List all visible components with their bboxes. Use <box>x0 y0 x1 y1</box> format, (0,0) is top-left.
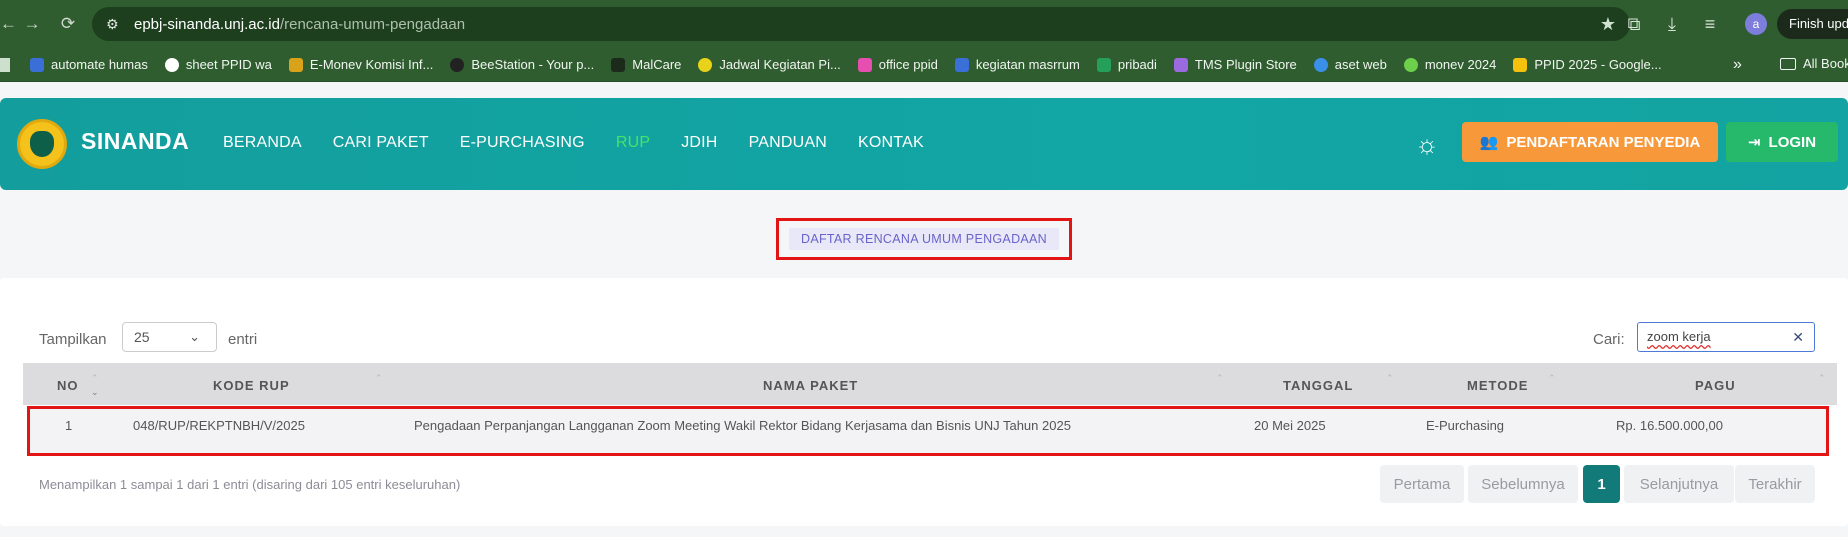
main-nav: BERANDA CARI PAKET E-PURCHASING RUP JDIH… <box>223 134 955 152</box>
col-kode-rup[interactable]: KODE RUP <box>213 378 290 393</box>
bookmark-item[interactable]: Jadwal Kegiatan Pi... <box>698 57 841 72</box>
bookmark-item[interactable]: PPID 2025 - Google... <box>1513 57 1662 72</box>
bookmark-item[interactable]: monev 2024 <box>1403 57 1496 72</box>
plugin-icon <box>1173 57 1188 72</box>
rup-table-card: Tampilkan 25 ⌄ entri Cari: zoom kerja ✕ … <box>0 278 1848 526</box>
nav-jdih[interactable]: JDIH <box>681 134 717 152</box>
login-button[interactable]: ⇥ LOGIN <box>1726 122 1838 162</box>
page-first-button[interactable]: Pertama <box>1380 465 1464 503</box>
monev-icon <box>1403 57 1418 72</box>
nav-beranda[interactable]: BERANDA <box>223 134 302 152</box>
drive-icon <box>1513 57 1528 72</box>
site-info-icon[interactable]: ⚙ <box>106 16 128 33</box>
search-input[interactable]: zoom kerja ✕ <box>1637 322 1815 352</box>
bookmark-item[interactable]: sheet PPID wa <box>164 57 272 72</box>
bookmark-item[interactable]: kegiatan masrrum <box>954 57 1080 72</box>
toolbar-icons: ⧉ ⤓ ≡ <box>1615 0 1729 48</box>
bookmark-item[interactable]: aset web <box>1313 57 1387 72</box>
cell-metode: E-Purchasing <box>1426 418 1505 433</box>
folder-icon <box>1780 57 1796 70</box>
show-entries-label: Tampilkan <box>39 331 107 348</box>
google-icon <box>164 57 179 72</box>
extensions-icon[interactable]: ⧉ <box>1615 14 1653 35</box>
page-current-button[interactable]: 1 <box>1583 465 1620 503</box>
login-icon: ⇥ <box>1747 134 1761 151</box>
back-icon[interactable]: ← <box>0 14 17 34</box>
cell-pagu: Rp. 16.500.000,00 <box>1616 418 1723 433</box>
bookmark-icon <box>30 57 44 72</box>
search-label: Cari: <box>1593 331 1625 348</box>
all-bookmarks[interactable]: All Book <box>1780 56 1848 71</box>
cloud-icon <box>1313 57 1328 72</box>
url-path: /rencana-umum-pengadaan <box>279 15 466 33</box>
cell-nama-paket: Pengadaan Perpanjangan Langganan Zoom Me… <box>414 418 1071 433</box>
sort-icon[interactable]: ⌃ <box>375 373 383 384</box>
cell-kode-rup: 048/RUP/REKPTNBH/V/2025 <box>133 418 305 433</box>
more-bookmarks-icon[interactable]: » <box>1733 56 1742 74</box>
register-provider-button[interactable]: 👥 PENDAFTARAN PENYEDIA <box>1462 122 1718 162</box>
office-icon <box>857 57 872 72</box>
entries-label: entri <box>228 331 258 348</box>
sort-icon[interactable]: ⌃ <box>91 373 99 384</box>
chevron-down-icon: ⌄ <box>189 329 200 344</box>
bookmark-item[interactable]: office ppid <box>857 57 938 72</box>
garuda-icon <box>288 57 303 72</box>
download-icon[interactable]: ⤓ <box>1653 14 1691 35</box>
cell-tanggal: 20 Mei 2025 <box>1254 418 1326 433</box>
profile-avatar[interactable]: a <box>1745 13 1767 35</box>
brand-name[interactable]: SINANDA <box>81 128 189 155</box>
sheets-icon <box>1096 57 1111 72</box>
bookmarks-bar: automate humas sheet PPID wa E-Monev Kom… <box>0 48 1848 82</box>
unj-logo[interactable] <box>17 119 67 169</box>
sort-icon[interactable]: ⌃ <box>1548 373 1556 384</box>
reload-icon[interactable]: ⟳ <box>50 14 86 34</box>
table-header: NO ⌃ ⌄ KODE RUP ⌃ NAMA PAKET ⌃ TANGGAL ⌃… <box>23 363 1837 405</box>
calendar-icon <box>954 57 969 72</box>
beestation-icon <box>450 57 465 72</box>
nav-panduan[interactable]: PANDUAN <box>749 134 827 152</box>
apps-icon[interactable] <box>0 57 10 72</box>
col-nama-paket[interactable]: NAMA PAKET <box>763 378 858 393</box>
page-next-button[interactable]: Selanjutnya <box>1624 465 1734 503</box>
col-pagu[interactable]: PAGU <box>1695 378 1736 393</box>
address-bar[interactable]: ⚙ epbj-sinanda.unj.ac.id /rencana-umum-p… <box>92 7 1630 41</box>
page-last-button[interactable]: Terakhir <box>1735 465 1815 503</box>
col-metode[interactable]: METODE <box>1467 378 1528 393</box>
sort-icon[interactable]: ⌃ <box>1216 373 1224 384</box>
reading-list-icon[interactable]: ≡ <box>1691 14 1729 35</box>
nav-rup[interactable]: RUP <box>616 134 650 152</box>
nav-cari-paket[interactable]: CARI PAKET <box>333 134 429 152</box>
table-info: Menampilkan 1 sampai 1 dari 1 entri (dis… <box>39 477 461 492</box>
cell-no: 1 <box>65 418 73 433</box>
site-header: SINANDA BERANDA CARI PAKET E-PURCHASING … <box>0 98 1848 190</box>
bookmark-item[interactable]: E-Monev Komisi Inf... <box>288 57 433 72</box>
url-host: epbj-sinanda.unj.ac.id <box>134 15 280 33</box>
bookmark-item[interactable]: TMS Plugin Store <box>1173 57 1297 72</box>
page-title: DAFTAR RENCANA UMUM PENGADAAN <box>789 228 1059 250</box>
col-tanggal[interactable]: TANGGAL <box>1283 378 1353 393</box>
theme-toggle-sun-icon[interactable]: ☼ <box>1413 130 1441 158</box>
nav-kontak[interactable]: KONTAK <box>858 134 924 152</box>
bookmark-item[interactable]: BeeStation - Your p... <box>450 57 594 72</box>
clear-search-icon[interactable]: ✕ <box>1792 323 1804 351</box>
forward-icon[interactable]: → <box>14 14 50 34</box>
bookmark-item[interactable]: automate humas <box>30 57 148 72</box>
page-prev-button[interactable]: Sebelumnya <box>1468 465 1578 503</box>
page-title-highlight: DAFTAR RENCANA UMUM PENGADAAN <box>776 218 1072 260</box>
finish-update-button[interactable]: Finish upda <box>1777 9 1848 39</box>
sort-icon[interactable]: ⌃ <box>1386 373 1394 384</box>
users-icon: 👥 <box>1479 134 1499 151</box>
page: SINANDA BERANDA CARI PAKET E-PURCHASING … <box>0 82 1848 537</box>
col-no[interactable]: NO <box>57 378 79 393</box>
jadwal-icon <box>698 57 713 72</box>
entries-per-page-select[interactable]: 25 ⌄ <box>122 322 217 352</box>
nav-e-purchasing[interactable]: E-PURCHASING <box>460 134 585 152</box>
sort-icon[interactable]: ⌃ <box>1818 373 1826 384</box>
bookmark-star-icon[interactable]: ★ <box>1600 14 1616 35</box>
bookmark-item[interactable]: pribadi <box>1096 57 1157 72</box>
sort-desc-icon[interactable]: ⌄ <box>91 387 99 398</box>
malcare-icon <box>611 57 626 72</box>
bookmark-item[interactable]: MalCare <box>611 57 681 72</box>
